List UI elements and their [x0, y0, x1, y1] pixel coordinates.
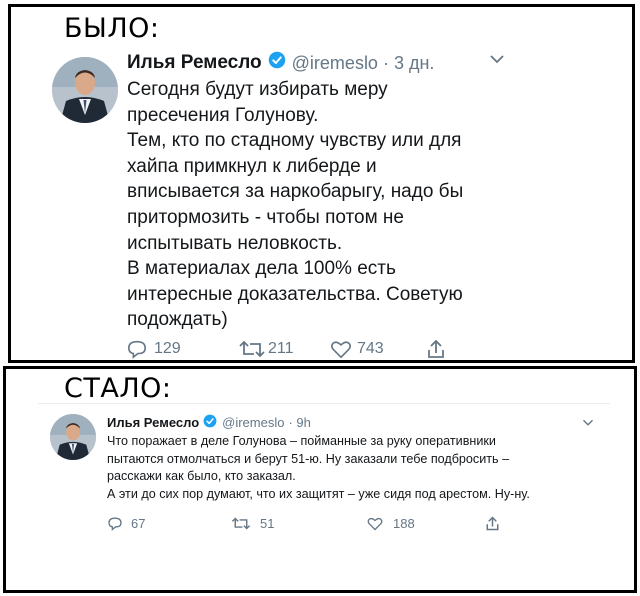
tweet-text: Сегодня будут избирать меру пресечения Г… — [127, 77, 517, 333]
author-row: Илья Ремесло @iremeslo · 9h — [107, 414, 311, 431]
retweet-count: 211 — [268, 340, 294, 357]
retweet-icon — [231, 516, 251, 531]
verified-icon — [203, 414, 217, 431]
tweet-line: пытаются отмолчаться и берут 51-ю. Ну за… — [107, 451, 510, 466]
author-handle[interactable]: @iremeslo — [292, 53, 378, 74]
like-button[interactable]: 743 — [330, 339, 426, 359]
tweet-line: расскажи как было, кто заказал. — [107, 469, 296, 484]
share-button[interactable] — [485, 516, 500, 531]
tweet-line: подождать) — [127, 309, 228, 331]
reply-count: 67 — [131, 516, 146, 531]
tweet-line: вписывается за наркобарыгу, надо бы — [127, 181, 464, 203]
retweet-icon — [238, 339, 266, 359]
tweet-line: пресечения Голунову. — [127, 104, 319, 126]
like-count: 188 — [393, 516, 415, 531]
tweet-text: Что поражает в деле Голунова – пойманные… — [107, 433, 597, 503]
after-caption: СТАЛО: — [64, 373, 172, 404]
tweet-time[interactable]: · 9h — [288, 415, 310, 430]
retweet-button[interactable]: 51 — [231, 516, 367, 531]
chevron-down-icon[interactable] — [582, 414, 594, 432]
tweet-line: Что поражает в деле Голунова – пойманные… — [107, 434, 496, 448]
tweet-line: Сегодня будут избирать меру — [127, 79, 388, 100]
tweet-actions: 67 51 188 — [107, 516, 500, 531]
author-handle[interactable]: @iremeslo — [222, 415, 284, 430]
verified-icon — [268, 51, 286, 75]
share-icon — [485, 516, 500, 531]
chevron-down-icon[interactable] — [489, 52, 505, 70]
author-row: Илья Ремесло @iremeslo · 3 дн. — [127, 51, 434, 75]
divider — [38, 403, 610, 404]
heart-icon — [367, 516, 383, 531]
tweet-line: Тем, кто по стадному чувству или для — [127, 130, 462, 152]
reply-button[interactable]: 67 — [107, 516, 231, 531]
reply-button[interactable]: 129 — [126, 339, 238, 359]
avatar[interactable] — [52, 57, 118, 123]
like-count: 743 — [357, 340, 384, 357]
heart-icon — [330, 339, 352, 359]
reply-count: 129 — [154, 340, 181, 357]
tweet-line: А эти до сих пор думают, что их защитят … — [107, 486, 530, 501]
avatar[interactable] — [50, 414, 96, 460]
reply-icon — [126, 339, 148, 359]
tweet-line: интересные доказательства. Советую — [127, 283, 463, 305]
retweet-count: 51 — [260, 516, 275, 531]
tweet-line: притормозить - чтобы потом не — [127, 206, 404, 228]
before-caption: БЫЛО: — [64, 13, 160, 44]
like-button[interactable]: 188 — [367, 516, 485, 531]
share-button[interactable] — [426, 339, 446, 359]
tweet-line: испытывать неловкость. — [127, 232, 343, 254]
share-icon — [426, 339, 446, 359]
reply-icon — [107, 516, 123, 531]
tweet-time[interactable]: · 3 дн. — [383, 53, 434, 74]
author-name[interactable]: Илья Ремесло — [107, 415, 199, 430]
retweet-button[interactable]: 211 — [238, 339, 330, 359]
tweet-actions: 129 211 743 — [126, 339, 446, 359]
author-name[interactable]: Илья Ремесло — [127, 52, 262, 74]
tweet-line: В материалах дела 100% есть — [127, 258, 396, 280]
tweet-line: хайпа примкнул к либерде и — [127, 155, 377, 177]
